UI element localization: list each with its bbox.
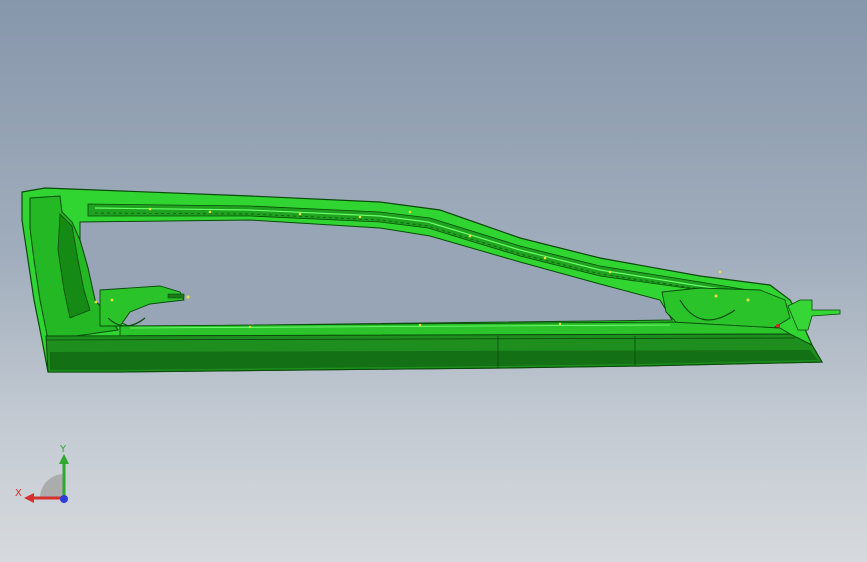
triad-plane-quadrant [40, 474, 64, 498]
y-axis-label: Y [59, 444, 67, 455]
x-axis-label: X [15, 488, 22, 499]
graphics-viewport[interactable]: Y X [0, 0, 867, 562]
door-frame-model[interactable] [0, 0, 867, 562]
x-axis-arrowhead [24, 493, 34, 503]
z-axis-icon [60, 495, 68, 503]
y-axis-arrowhead [59, 454, 69, 464]
coordinate-triad: Y X [15, 444, 69, 503]
